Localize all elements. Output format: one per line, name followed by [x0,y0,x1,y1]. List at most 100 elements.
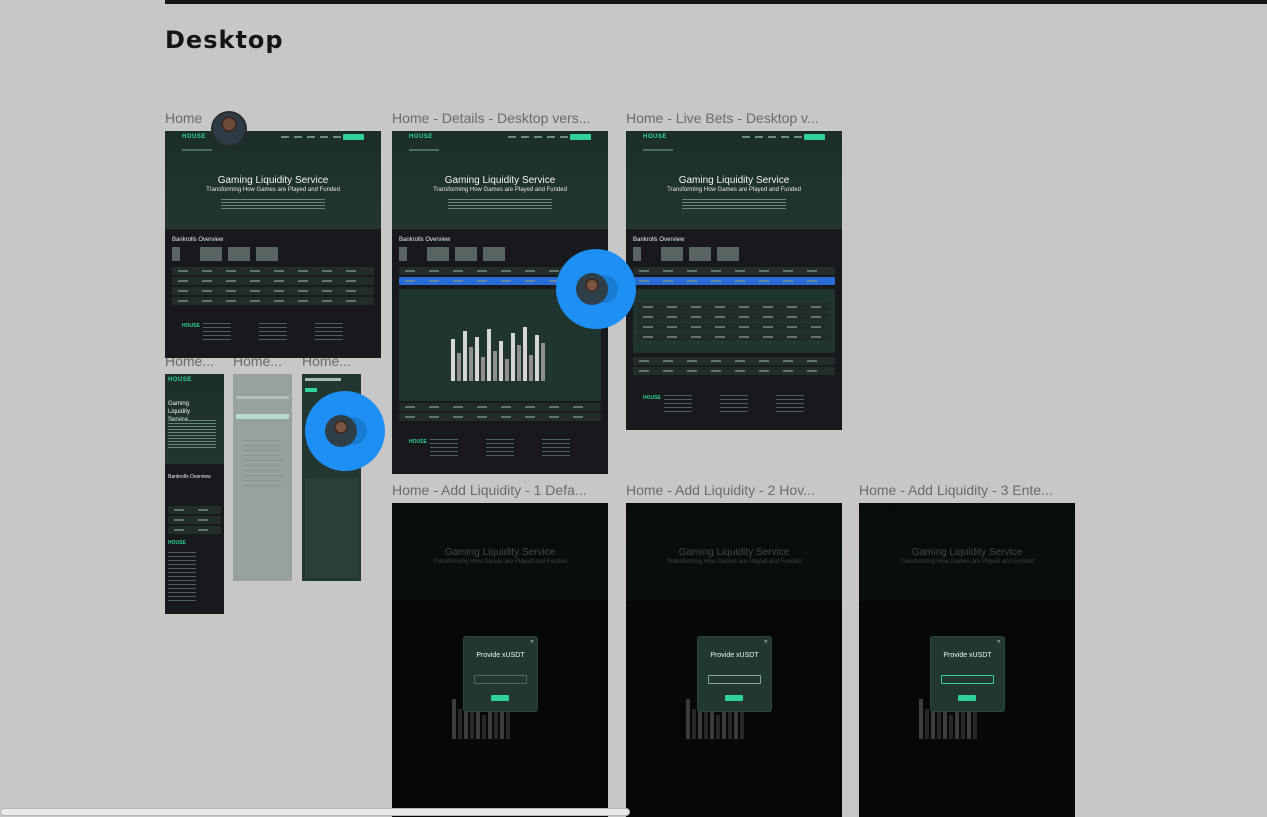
nav-cta-button [570,134,591,140]
amount-input[interactable] [708,675,761,684]
chart-bar [523,327,527,381]
table-row [637,313,831,321]
hero-paragraph [682,199,786,211]
frame-add-liquidity-2[interactable]: Gaming Liquidity Service Transforming Ho… [626,503,842,817]
bankroll-stats [399,247,509,261]
provide-modal: ✕ Provide xUSDT [698,637,771,711]
amount-input[interactable] [474,675,527,684]
mobile-panel-body [305,478,358,578]
hero-section: HOUSE Gaming Liquidity Service Transform… [165,131,381,229]
footer-column [720,395,748,415]
frame-label-add-liquidity-2[interactable]: Home - Add Liquidity - 2 Hov... [626,482,842,498]
mobile-modal-line [236,396,289,399]
breadcrumb [409,149,439,151]
footer-column [430,439,458,459]
modal-title: Provide xUSDT [710,652,759,659]
footer-logo: HOUSE [409,439,427,445]
footer-column [203,323,231,343]
frame-label-home[interactable]: Home [165,110,215,126]
table-row [633,267,835,275]
breadcrumb [643,149,673,151]
mobile-hero: HOUSE Gaming Liquidity Service [165,374,224,464]
avatar [576,273,608,305]
mobile-bankrolls-title: Bankrolls Overview [168,474,211,480]
live-bets-table [637,303,831,343]
table-row [172,267,374,275]
table-row [399,413,601,421]
nav-links [281,136,341,138]
collaborator-cursor-bubble[interactable] [556,249,636,329]
close-icon[interactable]: ✕ [530,639,534,645]
breadcrumb [182,149,212,151]
section-title: Desktop [165,26,284,54]
nav-bar: HOUSE [626,131,842,145]
bar-chart [451,311,545,381]
hero-title: Gaming Liquidity Service [217,175,329,186]
nav-cta-button [343,134,364,140]
table-row [637,323,831,331]
bankrolls-title: Bankrolls Overview [172,237,224,243]
bankroll-stats [633,247,743,261]
avatar [325,415,357,447]
table-row [633,367,835,375]
provide-button[interactable] [958,695,976,701]
frame-label-home-live-bets[interactable]: Home - Live Bets - Desktop v... [626,110,842,126]
frame-label-home-details[interactable]: Home - Details - Desktop vers... [392,110,608,126]
table-row [172,277,374,285]
chart-bar [487,329,491,381]
footer-column [315,323,343,343]
chart-bar [469,347,473,381]
chart-bar [451,339,455,381]
chart-bar [493,351,497,381]
frame-label-add-liquidity-3[interactable]: Home - Add Liquidity - 3 Ente... [859,482,1075,498]
frame-label-add-liquidity-1[interactable]: Home - Add Liquidity - 1 Defa... [392,482,608,498]
live-bets-panel [633,289,835,353]
chart-bar [541,343,545,381]
frame-home[interactable]: HOUSE Gaming Liquidity Service Transform… [165,131,381,358]
mobile-table [168,506,221,536]
chart-bar [457,353,461,381]
bankrolls-title: Bankrolls Overview [633,237,685,243]
collaborator-cursor-bubble[interactable] [305,391,385,471]
frame-mobile-1[interactable]: HOUSE Gaming Liquidity Service Bankrolls… [165,374,224,614]
modal-title: Provide xUSDT [476,652,525,659]
footer-column [776,395,804,415]
table-row [172,297,374,305]
close-icon[interactable]: ✕ [997,639,1001,645]
frame-mobile-2[interactable] [233,374,292,581]
footer-logo: HOUSE [643,395,661,401]
provide-button[interactable] [725,695,743,701]
amount-input[interactable] [941,675,994,684]
hero-title: Gaming Liquidity Service [678,175,790,186]
mobile-hero-paragraph [168,420,216,450]
logo: HOUSE [168,377,192,383]
chart-bar [517,345,521,381]
hero-paragraph [448,199,552,211]
horizontal-scrollbar[interactable] [0,808,630,816]
logo: HOUSE [643,134,667,140]
footer-column [486,439,514,459]
footer-column [259,323,287,343]
hero-section: HOUSE Gaming Liquidity Service Transform… [392,131,608,229]
hero-section: HOUSE Gaming Liquidity Service Transform… [626,131,842,229]
collaborator-avatar[interactable] [211,111,247,147]
modal-title: Provide xUSDT [943,652,992,659]
frame-home-live-bets[interactable]: HOUSE Gaming Liquidity Service Transform… [626,131,842,430]
table-row [168,526,221,534]
chart-bar [505,359,509,381]
chart-bar [463,331,467,381]
table-row-selected [633,277,835,285]
logo: HOUSE [182,134,206,140]
frame-add-liquidity-3[interactable]: Gaming Liquidity Service Transforming Ho… [859,503,1075,817]
canvas-top-border [165,0,1267,4]
table-row [637,333,831,341]
bankrolls-table-lower [399,403,601,423]
provide-modal: ✕ Provide xUSDT [931,637,1004,711]
chart-bar [535,335,539,381]
bankrolls-table-lower [633,357,835,377]
provide-button[interactable] [491,695,509,701]
close-icon[interactable]: ✕ [764,639,768,645]
footer-logo: HOUSE [168,540,186,546]
frame-add-liquidity-1[interactable]: Gaming Liquidity Service Transforming Ho… [392,503,608,817]
footer-column [542,439,570,459]
